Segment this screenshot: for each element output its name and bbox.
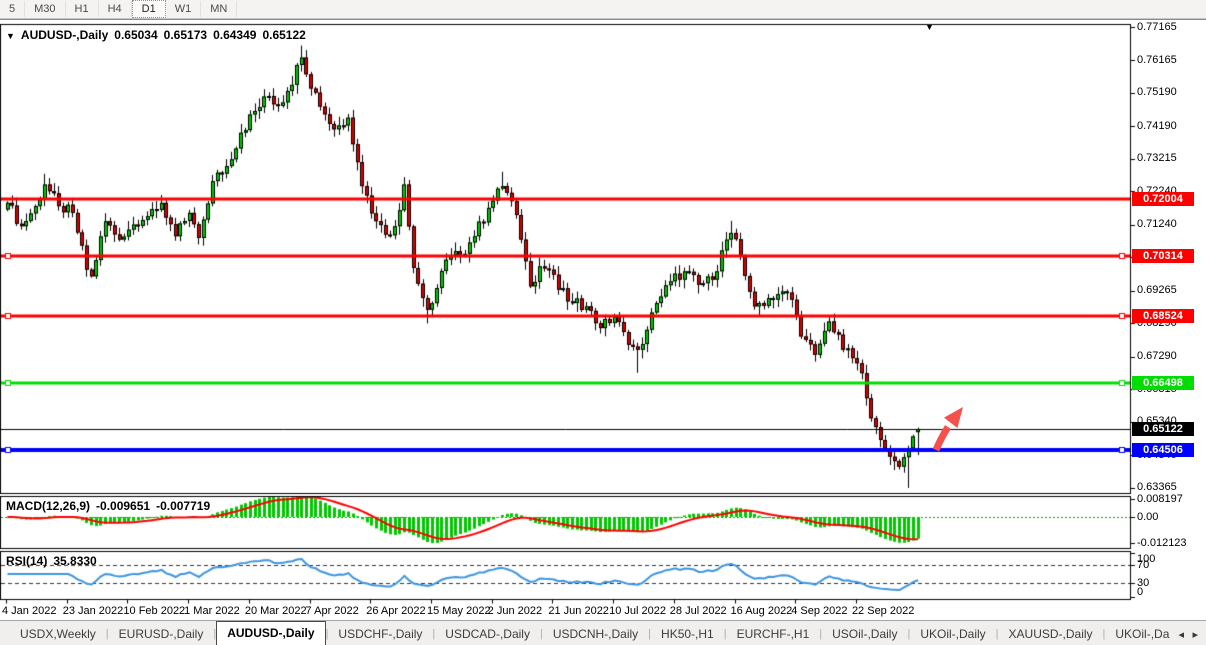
price-level-tag: 0.66498: [1132, 376, 1194, 390]
chart-canvas[interactable]: [0, 20, 1206, 621]
date-axis-label: 20 Mar 2022: [245, 605, 307, 617]
date-axis-label: 15 May 2022: [427, 605, 491, 617]
price-level-tag: 0.72004: [1132, 192, 1194, 206]
rsi-axis-tick: 70: [1137, 559, 1149, 572]
macd-axis-tick: 0.008197: [1137, 493, 1183, 506]
tab-usdcad-daily[interactable]: USDCAD-,Daily: [435, 624, 540, 645]
date-axis-label: 26 Apr 2022: [366, 605, 425, 617]
timeframe-toolbar: 5M30H1H4D1W1MN: [0, 0, 1206, 19]
tab-xauusd-daily[interactable]: XAUUSD-,Daily: [999, 624, 1103, 645]
current-price-tag: 0.65122: [1132, 422, 1194, 436]
price-axis-tick: 0.67290: [1137, 350, 1177, 363]
date-axis-label: 23 Jan 2022: [63, 605, 124, 617]
ohlc-low: 0.64349: [213, 28, 256, 42]
trend-arrow-annotation[interactable]: [926, 400, 970, 456]
timeframe-button-m30[interactable]: M30: [25, 1, 65, 17]
tab-hk50-h1[interactable]: HK50-,H1: [651, 624, 724, 645]
date-axis-label: 28 Jul 2022: [670, 605, 727, 617]
date-axis-label: 21 Jun 2022: [548, 605, 609, 617]
tab-ukoil-da[interactable]: UKOil-,Da: [1105, 624, 1179, 645]
tab-usdx-weekly[interactable]: USDX,Weekly: [10, 624, 106, 645]
price-axis-tick: 0.75190: [1137, 86, 1177, 99]
chart-symbol-label: AUDUSD-,Daily: [21, 28, 108, 42]
macd-signal-value: -0.007719: [156, 499, 210, 513]
timeframe-button-mn[interactable]: MN: [201, 1, 237, 17]
price-axis-tick: 0.77165: [1137, 21, 1177, 34]
date-axis-label: 10 Jul 2022: [609, 605, 666, 617]
date-axis-label: 10 Feb 2022: [123, 605, 185, 617]
timeframe-button-h1[interactable]: H1: [66, 1, 99, 17]
chart-window: ▼ AUDUSD-,Daily 0.65034 0.65173 0.64349 0.651…: [0, 19, 1206, 621]
ohlc-close: 0.65122: [262, 28, 305, 42]
macd-axis-tick: 0.00: [1137, 511, 1158, 524]
date-axis-label: 7 Apr 2022: [306, 605, 359, 617]
ohlc-open: 0.65034: [114, 28, 157, 42]
mt4-application: { "toolbar":{"timeframes":[ {"label":"5"…: [0, 0, 1206, 645]
tab-eurchf-h1[interactable]: EURCHF-,H1: [727, 624, 820, 645]
tab-eurusd-daily[interactable]: EURUSD-,Daily: [109, 624, 214, 645]
price-axis-tick: 0.76165: [1137, 54, 1177, 67]
macd-axis-tick: -0.012123: [1137, 537, 1187, 550]
price-level-tag: 0.64506: [1132, 443, 1194, 457]
date-axis-label: 4 Sep 2022: [791, 605, 847, 617]
chart-title: ▼ AUDUSD-,Daily 0.65034 0.65173 0.64349 0.651…: [6, 28, 312, 42]
price-level-tag: 0.70314: [1132, 249, 1194, 263]
price-axis[interactable]: 0.771650.761650.751900.741900.732150.722…: [1131, 20, 1206, 621]
rsi-axis-tick: 0: [1137, 586, 1143, 599]
date-axis-label: 16 Aug 2022: [731, 605, 793, 617]
rsi-label: RSI(14) 35.8330: [6, 554, 103, 568]
price-axis-tick: 0.73215: [1137, 152, 1177, 165]
date-axis-label: 4 Jan 2022: [2, 605, 56, 617]
arrow-tail: [936, 427, 948, 450]
date-axis-label: 1 Mar 2022: [184, 605, 240, 617]
date-axis[interactable]: 4 Jan 2022 23 Jan 202210 Feb 20221 Mar 20…: [0, 600, 1131, 620]
price-axis-tick: 0.71240: [1137, 218, 1177, 231]
macd-label: MACD(12,26,9) -0.009651 -0.007719: [6, 499, 216, 513]
price-axis-tick: 0.69265: [1137, 284, 1177, 297]
arrow-head: [944, 407, 963, 428]
tab-audusd-daily[interactable]: AUDUSD-,Daily: [216, 621, 325, 645]
timeframe-button-h4[interactable]: H4: [99, 1, 132, 17]
tab-scroll-right-icon[interactable]: ▸: [1192, 628, 1198, 641]
timeframe-button-5[interactable]: 5: [0, 1, 25, 17]
macd-name: MACD(12,26,9): [6, 499, 90, 513]
rsi-value: 35.8330: [53, 554, 96, 568]
macd-main-value: -0.009651: [96, 499, 150, 513]
ohlc-high: 0.65173: [164, 28, 207, 42]
tab-ukoil-daily[interactable]: UKOil-,Daily: [910, 624, 995, 645]
tab-usdchf-daily[interactable]: USDCHF-,Daily: [328, 624, 432, 645]
chart-dropdown-icon[interactable]: ▼: [6, 31, 15, 41]
tab-bar: USDX,Weekly|EURUSD-,Daily|AUDUSD-,Daily|…: [0, 620, 1206, 645]
price-axis-tick: 0.74190: [1137, 120, 1177, 133]
date-axis-label: 22 Sep 2022: [852, 605, 914, 617]
chart-shift-marker-icon[interactable]: ▼: [925, 23, 934, 32]
date-axis-label: 2 Jun 2022: [488, 605, 542, 617]
tab-usdcnh-daily[interactable]: USDCNH-,Daily: [543, 624, 648, 645]
tab-usoil-daily[interactable]: USOil-,Daily: [822, 624, 907, 645]
rsi-name: RSI(14): [6, 554, 47, 568]
timeframe-button-w1[interactable]: W1: [166, 1, 202, 17]
price-level-tag: 0.68524: [1132, 309, 1194, 323]
tab-scroll-left-icon[interactable]: ◂: [1178, 628, 1184, 641]
timeframe-button-d1[interactable]: D1: [132, 0, 166, 18]
